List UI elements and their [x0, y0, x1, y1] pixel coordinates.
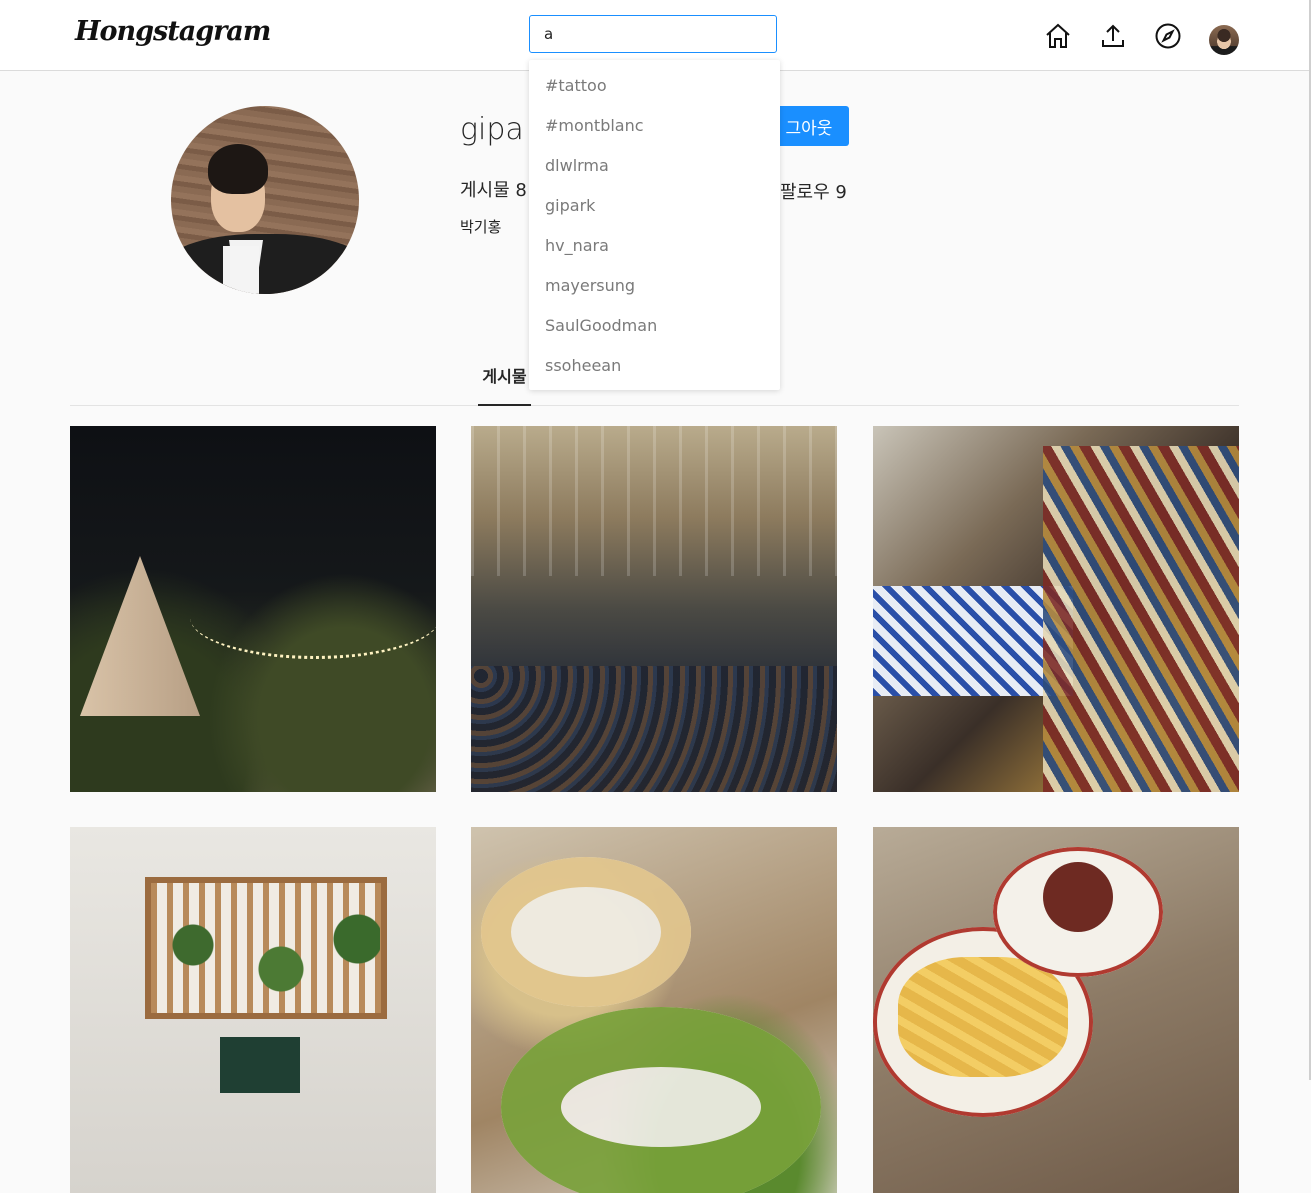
suggestion-item[interactable]: #montblanc	[529, 106, 780, 146]
posts-count: 게시물 8	[460, 180, 527, 201]
profile-avatar[interactable]	[1209, 25, 1239, 55]
suggestion-item[interactable]: ssoheean	[529, 346, 780, 386]
profile-full-name: 박기홍	[460, 218, 502, 236]
post-thumbnail-octopus-dinner[interactable]	[873, 827, 1239, 1193]
suggestion-item[interactable]: #tattoo	[529, 66, 780, 106]
post-thumbnail-bookstall[interactable]	[873, 426, 1239, 792]
profile-photo	[171, 106, 359, 294]
active-tab-indicator	[478, 404, 531, 406]
suggestion-item[interactable]: hv_nara	[529, 226, 780, 266]
tab-posts-label: 게시물	[482, 367, 527, 386]
suggestion-item[interactable]: mayersung	[529, 266, 780, 306]
upload-icon[interactable]	[1099, 22, 1127, 50]
suggestion-item[interactable]: dlwlrma	[529, 146, 780, 186]
post-thumbnail-food-hall[interactable]	[471, 426, 837, 792]
search-input[interactable]	[529, 15, 777, 53]
profile-username: gipa	[460, 112, 524, 147]
post-thumbnail-pasta-salad[interactable]	[471, 827, 837, 1193]
suggestion-item[interactable]: gipark	[529, 186, 780, 226]
search-suggestions: #tattoo #montblanc dlwlrma gipark hv_nar…	[529, 60, 780, 390]
app-logo[interactable]: Hongstagram	[75, 10, 271, 54]
suggestion-item[interactable]: SaulGoodman	[529, 306, 780, 346]
tab-divider	[70, 405, 1239, 406]
post-thumbnail-glamping-night[interactable]	[70, 426, 436, 792]
tab-posts[interactable]: 게시물	[478, 364, 531, 406]
compass-icon[interactable]	[1154, 22, 1182, 50]
home-icon[interactable]	[1044, 22, 1072, 50]
following-count[interactable]: 팔로우 9	[780, 180, 847, 206]
post-thumbnail-wall-planters[interactable]	[70, 827, 436, 1193]
